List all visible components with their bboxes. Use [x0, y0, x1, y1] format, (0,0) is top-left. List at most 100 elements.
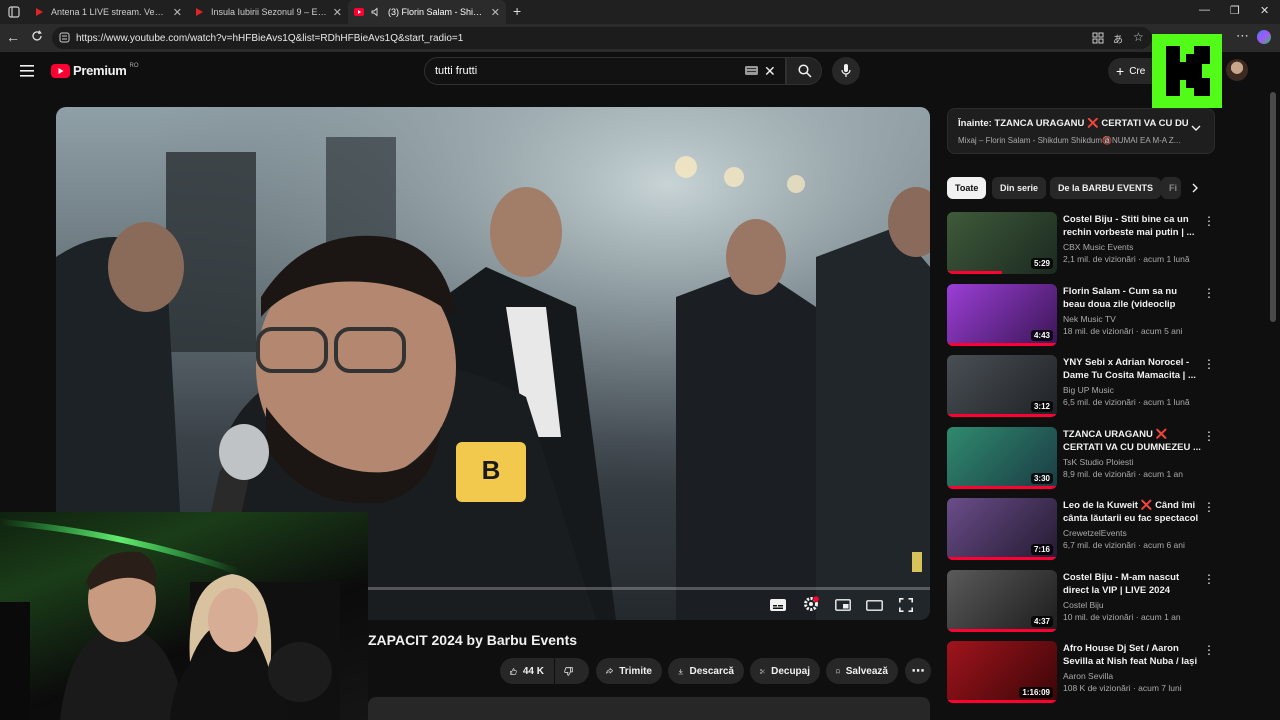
- browser-tab-1[interactable]: Antena 1 LIVE stream. Vezi online ✕: [28, 0, 188, 24]
- video-thumbnail[interactable]: 7:16: [947, 498, 1057, 560]
- video-thumbnail[interactable]: 1:16:09: [947, 641, 1057, 703]
- settings-gear-icon[interactable]: [803, 596, 819, 612]
- recommended-video-title[interactable]: TZANCA URAGANU ❌ CERTATI VA CU DUMNEZEU …: [1063, 428, 1201, 454]
- save-button[interactable]: Salvează: [826, 658, 898, 684]
- video-thumbnail[interactable]: 3:12: [947, 355, 1057, 417]
- like-button[interactable]: 44 K: [500, 658, 554, 684]
- more-vertical-icon[interactable]: ⋮: [1203, 572, 1215, 586]
- recommended-video-title[interactable]: Afro House Dj Set / Aaron Sevilla at Nis…: [1063, 642, 1201, 668]
- channel-name[interactable]: Big UP Music: [1063, 385, 1201, 395]
- recommended-video[interactable]: 3:30 TZANCA URAGANU ❌ CERTATI VA CU DUMNE…: [947, 427, 1217, 493]
- search-input[interactable]: tutti frutti: [424, 57, 786, 85]
- channel-name[interactable]: Nek Music TV: [1063, 314, 1201, 324]
- video-duration: 3:12: [1030, 401, 1053, 412]
- account-avatar[interactable]: [1226, 59, 1248, 81]
- speaker-icon[interactable]: [371, 7, 381, 17]
- more-vertical-icon[interactable]: ⋮: [1203, 500, 1215, 514]
- like-count: 44 K: [522, 665, 544, 677]
- site-info-icon[interactable]: [59, 32, 70, 43]
- search-button[interactable]: [786, 57, 822, 85]
- recommended-video-title[interactable]: YNY Sebi x Adrian Norocel - Dame Tu Cosi…: [1063, 356, 1201, 382]
- recommended-video[interactable]: 3:12 YNY Sebi x Adrian Norocel - Dame Tu …: [947, 355, 1217, 421]
- keyboard-icon[interactable]: [745, 66, 758, 75]
- video-thumbnail[interactable]: 4:37: [947, 570, 1057, 632]
- thumbs-up-icon: [510, 667, 517, 675]
- video-stats: 6,5 mil. de vizionări · acum 1 lună: [1063, 397, 1190, 407]
- close-window-icon[interactable]: ✕: [1260, 4, 1269, 17]
- more-vertical-icon[interactable]: ⋮: [1203, 357, 1215, 371]
- minimize-icon[interactable]: —: [1199, 4, 1210, 16]
- more-vertical-icon[interactable]: ⋮: [1203, 643, 1215, 657]
- recommended-video-title[interactable]: Leo de la Kuweit ❌ Când îmi cânta lăutar…: [1063, 499, 1201, 525]
- back-icon[interactable]: ←: [6, 29, 20, 45]
- theater-mode-icon[interactable]: [866, 600, 883, 611]
- browser-menu-icon[interactable]: ⋯: [1236, 28, 1249, 44]
- menu-hamburger-icon[interactable]: [20, 65, 34, 77]
- video-thumbnail[interactable]: 5:29: [947, 212, 1057, 274]
- video-stats: 108 K de vizionări · acum 7 luni: [1063, 683, 1182, 693]
- video-thumbnail[interactable]: 4:43: [947, 284, 1057, 346]
- share-button[interactable]: Trimite: [596, 658, 662, 684]
- voice-search-button[interactable]: [832, 57, 860, 85]
- description-box[interactable]: [368, 697, 930, 720]
- recommended-video[interactable]: 5:29 Costel Biju - Stiti bine ca un rechi…: [947, 212, 1217, 278]
- close-tab-icon[interactable]: ✕: [491, 6, 500, 19]
- close-tab-icon[interactable]: ✕: [333, 6, 342, 19]
- tab-title: Insula Iubirii Sezonul 9 – Exclusiv: [211, 7, 327, 17]
- watched-progress-bar: [947, 414, 1057, 417]
- channel-name[interactable]: Aaron Sevilla: [1063, 671, 1201, 681]
- channel-name[interactable]: Costel Biju: [1063, 600, 1201, 610]
- recommended-video-title[interactable]: Costel Biju - Stiti bine ca un rechin vo…: [1063, 213, 1201, 239]
- url-field[interactable]: https://www.youtube.com/watch?v=hHFBieAv…: [52, 27, 1152, 49]
- copilot-icon[interactable]: [1257, 30, 1271, 44]
- more-vertical-icon[interactable]: ⋮: [1203, 214, 1215, 228]
- bookmark-icon: [836, 668, 840, 674]
- youtube-premium-logo[interactable]: Premium RO: [51, 63, 139, 78]
- translate-icon[interactable]: あ: [1113, 31, 1123, 46]
- new-tab-icon[interactable]: +: [513, 3, 521, 19]
- recommended-video-title[interactable]: Costel Biju - M-am nascut direct la VIP …: [1063, 571, 1201, 597]
- browser-tab-3-active[interactable]: (3) Florin Salam - Shikdum S ✕: [348, 0, 506, 24]
- clip-button[interactable]: Decupaj: [750, 658, 820, 684]
- watched-progress-bar: [947, 557, 1057, 560]
- chip-din-serie[interactable]: Din serie: [992, 177, 1047, 199]
- recommended-video[interactable]: 4:37 Costel Biju - M-am nascut direct la …: [947, 570, 1217, 636]
- more-vertical-icon[interactable]: ⋮: [1203, 286, 1215, 300]
- dislike-button[interactable]: [555, 658, 589, 684]
- clip-label: Decupaj: [771, 665, 810, 677]
- recommended-video[interactable]: 1:16:09 Afro House Dj Set / Aaron Sevilla…: [947, 641, 1217, 707]
- channel-name[interactable]: TsK Studio Ploiesti: [1063, 457, 1201, 467]
- chip-barbu-events[interactable]: De la BARBU EVENTS: [1050, 177, 1162, 199]
- chip-partial[interactable]: Fi: [1161, 177, 1181, 199]
- miniplayer-icon[interactable]: [835, 599, 851, 611]
- fullscreen-icon[interactable]: [899, 598, 913, 612]
- mix-playlist-header[interactable]: Înainte: TZANCA URAGANU ❌ CERTATI VA CU …: [947, 108, 1215, 154]
- recommended-video-title[interactable]: Florin Salam - Cum sa nu beau doua zile …: [1063, 285, 1201, 311]
- mix-subtitle: Mixaj – Florin Salam - Shikdum Shikdum🔞N…: [958, 136, 1181, 145]
- download-button[interactable]: Descarcă: [668, 658, 744, 684]
- youtube-header: Premium RO tutti frutti ✕ + Cre: [0, 52, 1280, 92]
- more-vertical-icon[interactable]: ⋮: [1203, 429, 1215, 443]
- webcam-frame: [0, 519, 340, 720]
- browser-tab-2[interactable]: Insula Iubirii Sezonul 9 – Exclusiv ✕: [188, 0, 348, 24]
- recommended-video[interactable]: 4:43 Florin Salam - Cum sa nu beau doua z…: [947, 284, 1217, 350]
- search-value: tutti frutti: [435, 65, 478, 77]
- reload-icon[interactable]: [31, 30, 43, 42]
- video-thumbnail[interactable]: 3:30: [947, 427, 1057, 489]
- more-actions-button[interactable]: ⋯: [905, 658, 931, 684]
- app-available-icon[interactable]: [1092, 32, 1104, 44]
- subtitles-icon[interactable]: [770, 599, 786, 611]
- clear-search-icon[interactable]: ✕: [764, 63, 776, 80]
- recommended-video[interactable]: 7:16 Leo de la Kuweit ❌ Când îmi cânta lă…: [947, 498, 1217, 564]
- restore-icon[interactable]: ❐: [1230, 4, 1240, 17]
- channel-name[interactable]: CBX Music Events: [1063, 242, 1201, 252]
- page-scrollbar[interactable]: [1270, 92, 1276, 322]
- expand-chevron-icon[interactable]: [1191, 125, 1201, 132]
- tab-actions-icon[interactable]: [8, 6, 20, 18]
- close-tab-icon[interactable]: ✕: [173, 6, 182, 19]
- favorite-star-icon[interactable]: ☆: [1133, 30, 1144, 44]
- chip-toate[interactable]: Toate: [947, 177, 987, 199]
- channel-name[interactable]: CrewetzelEvents: [1063, 528, 1201, 538]
- microphone-icon: [841, 64, 851, 77]
- chips-next-chevron-icon[interactable]: [1192, 183, 1199, 193]
